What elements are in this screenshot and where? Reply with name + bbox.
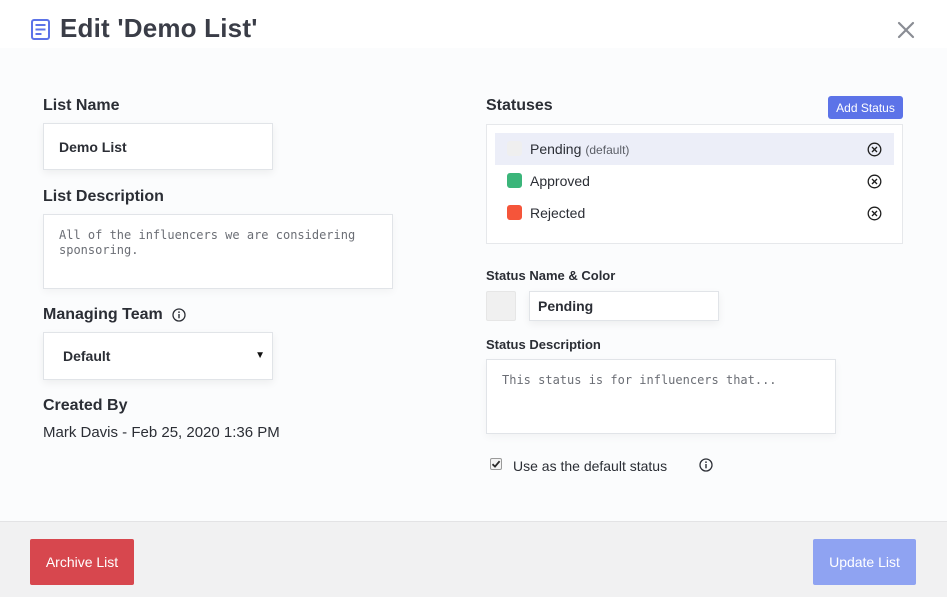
list-document-icon: [31, 19, 50, 40]
info-icon[interactable]: [699, 458, 713, 472]
list-name-input[interactable]: Demo List: [43, 123, 273, 170]
status-item-pending[interactable]: Pending (default): [495, 133, 894, 165]
managing-team-selected-value: Default: [63, 348, 111, 364]
list-description-label: List Description: [43, 188, 164, 205]
status-name-input[interactable]: Pending: [529, 291, 719, 321]
remove-circle-icon[interactable]: [867, 174, 882, 189]
remove-circle-icon[interactable]: [867, 142, 882, 157]
default-status-label: Use as the default status: [513, 458, 668, 474]
info-icon[interactable]: [172, 308, 186, 322]
archive-list-button[interactable]: Archive List: [30, 539, 134, 585]
modal-header: Edit 'Demo List': [0, 0, 947, 48]
created-by-value: Mark Davis - Feb 25, 2020 1:36 PM: [43, 424, 280, 441]
remove-circle-icon[interactable]: [867, 206, 882, 221]
managing-team-select[interactable]: Default ▼: [43, 332, 273, 380]
statuses-label: Statuses: [486, 97, 553, 114]
status-item-approved[interactable]: Approved: [495, 165, 894, 197]
close-icon[interactable]: [896, 20, 916, 40]
modal-footer: Archive List Update List: [0, 521, 947, 597]
status-color-swatch: [507, 141, 522, 156]
default-tag: (default): [585, 143, 630, 157]
list-name-label: List Name: [43, 97, 120, 114]
managing-team-label: Managing Team: [43, 306, 163, 323]
status-color-swatch: [507, 173, 522, 188]
status-item-rejected[interactable]: Rejected: [495, 197, 894, 229]
update-list-button[interactable]: Update List: [813, 539, 916, 585]
chevron-down-icon: ▼: [255, 350, 265, 361]
checkmark-icon: [491, 460, 501, 468]
modal-title: Edit 'Demo List': [60, 13, 258, 43]
status-description-textarea[interactable]: This status is for influencers that...: [486, 359, 836, 434]
edit-list-modal: Edit 'Demo List' List Name Demo List Lis…: [0, 0, 947, 597]
status-description-label: Status Description: [486, 337, 601, 352]
add-status-button[interactable]: Add Status: [828, 96, 903, 119]
status-item-label: Rejected: [530, 205, 586, 221]
status-color-picker[interactable]: [486, 291, 516, 321]
list-description-textarea[interactable]: All of the influencers we are considerin…: [43, 214, 393, 289]
status-item-label: Pending (default): [530, 141, 630, 157]
created-by-label: Created By: [43, 397, 128, 414]
default-status-checkbox[interactable]: [490, 458, 502, 470]
status-item-label: Approved: [530, 173, 590, 189]
status-list: Pending (default) Approved Rejected: [486, 124, 903, 244]
status-color-swatch: [507, 205, 522, 220]
status-name-color-label: Status Name & Color: [486, 268, 616, 283]
